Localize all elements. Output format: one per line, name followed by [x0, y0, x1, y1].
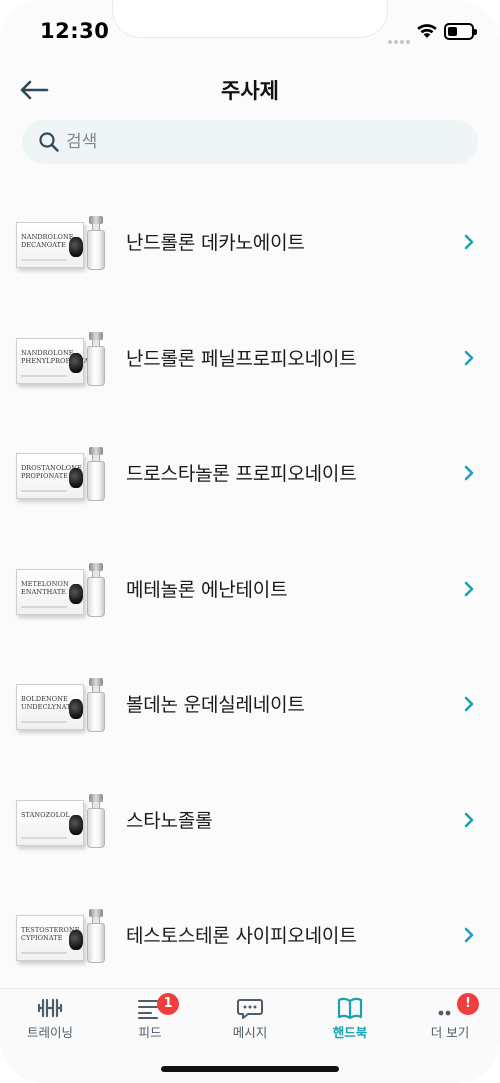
chevron-right-icon — [464, 234, 474, 250]
chevron-right-icon — [464, 350, 474, 365]
injectables-list: NANDROLONE DECANOATE 난드롤론 데카노에이트 NANDROL… — [0, 184, 500, 993]
tab-feed[interactable]: 1 피드 — [100, 989, 200, 1049]
product-thumbnail: NANDROLONE DECANOATE — [16, 216, 106, 270]
list-item-label: 테스토스테론 사이피오네이트 — [126, 925, 357, 947]
list-item[interactable]: NANDROLONE DECANOATE 난드롤론 데카노에이트 — [0, 184, 500, 300]
list-item-label: 스타노졸롤 — [126, 809, 213, 832]
cellular-signal-icon — [388, 29, 412, 48]
list-item-label: 난드롤론 데카노에이트 — [126, 232, 305, 254]
notification-badge: 1 — [157, 993, 179, 1015]
box-label: NANDROLONE DECANOATE — [21, 233, 74, 249]
tab-messages[interactable]: 메시지 — [200, 989, 300, 1049]
search-bar[interactable] — [22, 120, 478, 164]
page-title: 주사제 — [221, 79, 279, 103]
chevron-right-icon — [464, 581, 474, 596]
screen: 12:30 주사제 NANDROLONE DECANOATE — [0, 0, 500, 1083]
list-item[interactable]: TESTOSTERONE CYPIONATE 테스토스테론 사이피오네이트 — [0, 877, 500, 993]
tab-label: 피드 — [138, 1025, 162, 1040]
box-label: STANOZOLOL — [21, 810, 70, 819]
status-time: 12:30 — [40, 19, 110, 43]
tab-label: 트레이닝 — [26, 1025, 73, 1040]
list-item[interactable]: DROSTANOLONE PROPIONATE 드로스타놀론 프로피오네이트 — [0, 415, 500, 531]
search-input[interactable] — [66, 132, 446, 152]
nav-header: 주사제 — [0, 62, 500, 118]
tab-handbook[interactable]: 핸드북 — [300, 989, 400, 1049]
chevron-right-icon — [464, 927, 474, 943]
device-notch — [112, 0, 388, 38]
tab-training[interactable]: 트레이닝 — [0, 989, 100, 1049]
product-thumbnail: NANDROLONE PHENYLPROPIONATE — [16, 331, 106, 386]
battery-icon — [444, 23, 477, 40]
open-book-icon — [337, 997, 363, 1020]
wifi-icon — [417, 24, 437, 38]
chevron-right-icon — [464, 465, 474, 481]
alert-badge: ! — [457, 993, 479, 1015]
chevron-right-icon — [464, 812, 474, 827]
list-item[interactable]: METELONON ENANTHATE 메테놀론 에난테이트 — [0, 531, 500, 647]
list-item[interactable]: BOLDENONE UNDECLYNATE 볼데논 운데실레네이트 — [0, 646, 500, 762]
home-indicator[interactable] — [161, 1066, 339, 1072]
list-item[interactable]: STANOZOLOL 스타노졸롤 — [0, 762, 500, 878]
box-label: METELONON ENANTHATE — [21, 579, 69, 596]
tab-more[interactable]: ! 더 보기 — [400, 989, 500, 1049]
list-item-label: 드로스타놀론 프로피오네이트 — [126, 463, 357, 485]
chat-bubble-icon — [237, 999, 263, 1019]
list-item-label: 난드롤론 페닐프로피오네이트 — [126, 347, 357, 370]
product-thumbnail: DROSTANOLONE PROPIONATE — [16, 447, 106, 501]
list-item-label: 볼데논 운데실레네이트 — [126, 694, 305, 716]
tab-label: 더 보기 — [430, 1025, 470, 1040]
chevron-right-icon — [464, 696, 474, 712]
dumbbell-icon — [37, 998, 63, 1018]
status-bar: 12:30 — [0, 0, 500, 62]
list-item[interactable]: NANDROLONE PHENYLPROPIONATE 난드롤론 페닐프로피오네… — [0, 300, 500, 416]
product-thumbnail: METELONON ENANTHATE — [16, 562, 106, 617]
list-item-label: 메테놀론 에난테이트 — [126, 578, 288, 601]
search-icon — [39, 132, 59, 152]
tab-label: 핸드북 — [332, 1025, 368, 1040]
product-thumbnail: STANOZOLOL — [16, 793, 106, 848]
product-thumbnail: TESTOSTERONE CYPIONATE — [16, 909, 106, 963]
product-thumbnail: BOLDENONE UNDECLYNATE — [16, 678, 106, 732]
tab-label: 메시지 — [232, 1025, 268, 1040]
box-label: BOLDENONE UNDECLYNATE — [21, 695, 76, 711]
